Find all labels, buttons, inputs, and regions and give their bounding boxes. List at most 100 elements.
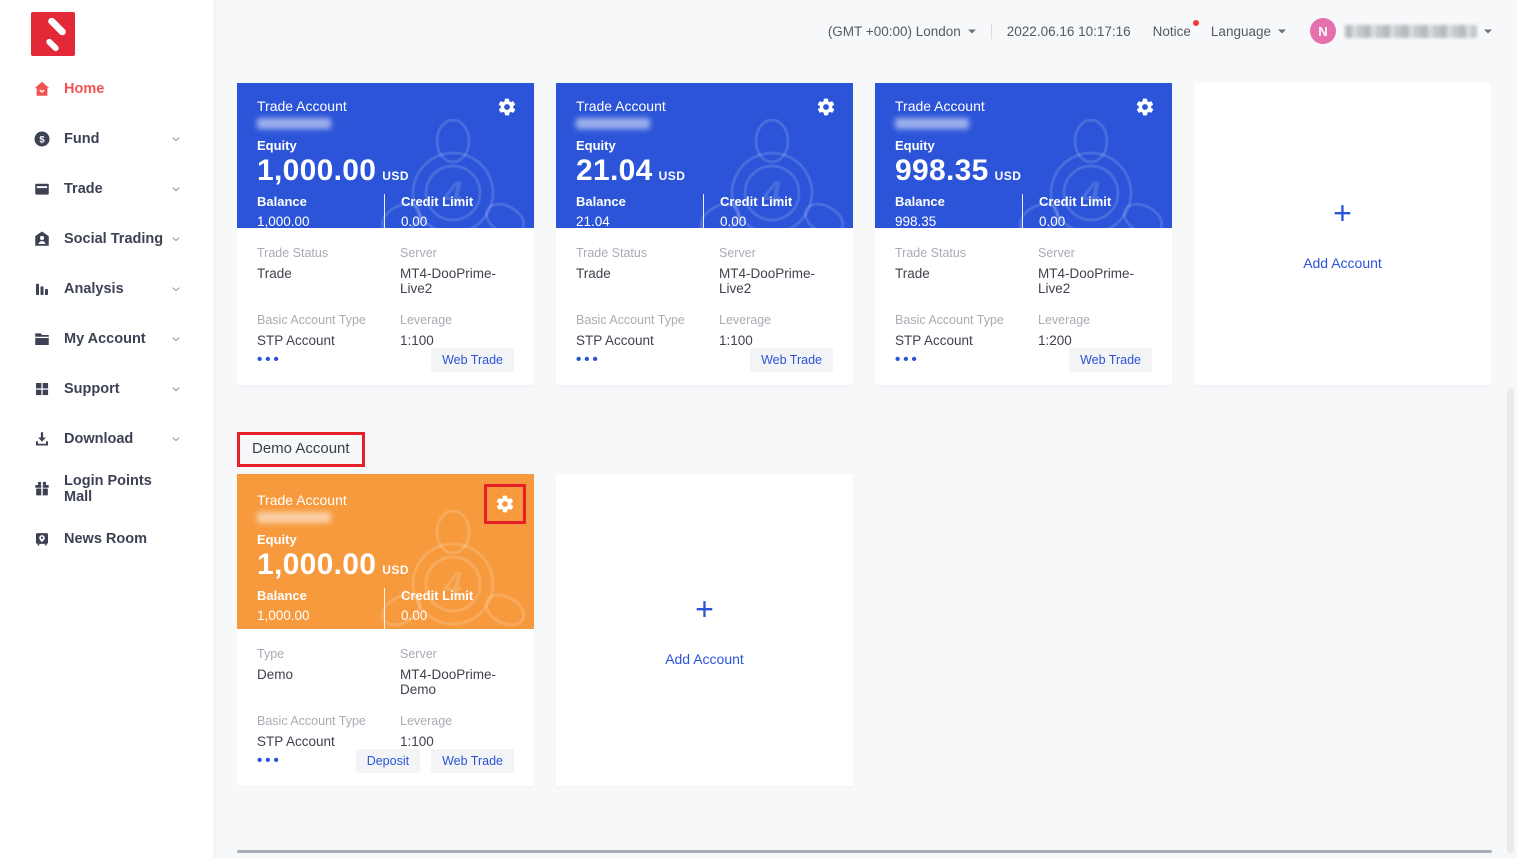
sidebar-item-analysis[interactable]: Analysis [0,264,214,314]
notice-label: Notice [1153,24,1191,39]
demo-accounts-row: Trade Account Equity 1,000.00USD Balance… [237,474,1492,786]
timezone-label: (GMT +00:00) London [828,24,961,39]
add-account-card[interactable]: + Add Account [556,474,853,786]
horizontal-scrollbar[interactable] [237,850,1492,853]
caret-down-icon [968,30,976,38]
equity-value: 1,000.00USD [257,154,514,188]
header-divider [1022,194,1023,228]
sidebar-item-login-points-mall[interactable]: Login Points Mall [0,464,214,514]
trade-status-value: Trade [895,266,1038,281]
card-title: Trade Account [257,492,514,508]
more-actions-button[interactable]: ••• [895,355,920,365]
account-type-value: STP Account [895,333,1038,348]
web-trade-button[interactable]: Web Trade [431,749,514,773]
sidebar-item-fund[interactable]: $ Fund [0,114,214,164]
card-body: Trade StatusTrade ServerMT4-DooPrime-Liv… [237,228,534,348]
gift-icon [33,480,51,498]
balance-label: Balance [257,588,384,603]
card-header: Trade Account Equity 1,000.00USD Balance… [237,474,534,629]
credit-limit-label: Credit Limit [401,588,473,603]
timezone-selector[interactable]: (GMT +00:00) London [828,24,976,39]
language-selector[interactable]: Language [1211,24,1286,39]
more-actions-button[interactable]: ••• [257,355,282,365]
sidebar-item-label: Analysis [64,281,124,297]
sidebar-item-news-room[interactable]: News Room [0,514,214,564]
demo-account-card: Trade Account Equity 1,000.00USD Balance… [237,474,534,786]
web-trade-button[interactable]: Web Trade [750,348,833,372]
card-header: Trade Account Equity 1,000.00USD Balance… [237,83,534,228]
gear-icon[interactable] [816,97,836,117]
equity-label: Equity [895,138,1152,153]
trade-icon [33,180,51,198]
language-label: Language [1211,24,1271,39]
vertical-scrollbar[interactable] [1507,388,1514,853]
server-label: Server [400,246,514,260]
credit-limit-block: Credit Limit 0.00 [720,194,792,228]
sidebar-item-social-trading[interactable]: Social Trading [0,214,214,264]
demo-section-title: Demo Account [252,440,350,457]
chevron-down-icon [170,333,182,345]
credit-limit-block: Credit Limit 0.00 [1039,194,1111,228]
sidebar: Home $ Fund Trade Social Trading Analysi… [0,0,215,858]
sidebar-nav: Home $ Fund Trade Social Trading Analysi… [0,64,214,564]
account-type-value: STP Account [257,734,400,749]
account-type-label: Basic Account Type [257,714,400,728]
username-redacted [1345,25,1477,38]
chevron-down-icon [170,133,182,145]
currency-label: USD [382,169,409,183]
card-body: TypeDemo ServerMT4-DooPrime-Demo Basic A… [237,629,534,749]
logo-stroke [47,16,68,37]
sidebar-item-my-account[interactable]: My Account [0,314,214,364]
fund-icon: $ [33,130,51,148]
sidebar-item-label: Home [64,81,104,97]
card-title: Trade Account [895,98,1152,114]
chevron-down-icon [170,433,182,445]
more-actions-button[interactable]: ••• [257,756,282,766]
sidebar-item-trade[interactable]: Trade [0,164,214,214]
avatar-initial: N [1318,24,1327,39]
currency-label: USD [382,563,409,577]
web-trade-button[interactable]: Web Trade [1069,348,1152,372]
more-actions-button[interactable]: ••• [576,355,601,365]
sidebar-item-support[interactable]: Support [0,364,214,414]
trade-account-card: Trade Account Equity 1,000.00USD Balance… [237,83,534,385]
leverage-label: Leverage [1038,313,1152,327]
credit-limit-block: Credit Limit 0.00 [401,588,473,629]
equity-value: 998.35USD [895,154,1152,188]
balance-value: 998.35 [895,214,1022,228]
account-number-redacted [257,512,331,523]
trade-status-value: Trade [257,266,400,281]
deposit-button[interactable]: Deposit [356,749,420,773]
news-room-icon [33,530,51,548]
user-menu[interactable] [1336,25,1492,38]
gear-icon[interactable] [497,97,517,117]
avatar[interactable]: N [1310,18,1336,44]
web-trade-button[interactable]: Web Trade [431,348,514,372]
logo-stroke [45,38,60,53]
sidebar-item-download[interactable]: Download [0,414,214,464]
brand-logo[interactable] [31,12,75,56]
account-number-redacted [257,118,331,129]
balance-value: 21.04 [576,214,703,228]
leverage-value: 1:100 [719,333,833,348]
caret-down-icon [1484,30,1492,38]
account-type-label: Basic Account Type [895,313,1038,327]
chevron-down-icon [170,283,182,295]
trade-status-label: Trade Status [576,246,719,260]
credit-limit-label: Credit Limit [401,194,473,209]
add-account-card[interactable]: + Add Account [1194,83,1491,385]
balance-label: Balance [257,194,384,209]
account-type-label: Basic Account Type [576,313,719,327]
credit-limit-value: 0.00 [401,608,473,623]
chevron-down-icon [170,233,182,245]
chevron-down-icon [170,183,182,195]
gear-icon[interactable] [1135,97,1155,117]
leverage-label: Leverage [719,313,833,327]
type-value: Demo [257,667,400,682]
sidebar-item-home[interactable]: Home [0,64,214,114]
gear-icon[interactable] [495,494,515,514]
equity-label: Equity [257,138,514,153]
leverage-value: 1:100 [400,734,514,749]
topbar-divider [991,24,992,39]
notice-button[interactable]: Notice [1153,24,1191,39]
